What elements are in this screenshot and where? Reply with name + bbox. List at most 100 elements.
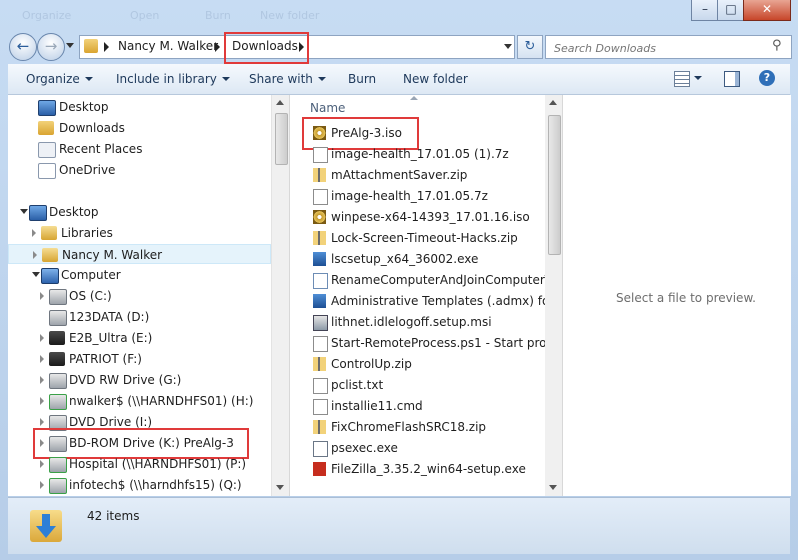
tree-item[interactable]: nwalker$ (\\HARNDHFS01) (H:)	[8, 391, 271, 411]
expand-arrow-icon[interactable]	[40, 418, 44, 426]
breadcrumb-user[interactable]: Nancy M. Walker	[118, 39, 218, 53]
scroll-down-icon[interactable]	[276, 485, 284, 490]
search-input[interactable]	[552, 38, 766, 58]
script-icon	[313, 273, 328, 289]
file-name: winpese-x64-14393_17.01.16.iso	[331, 210, 530, 224]
collapse-arrow-icon[interactable]	[20, 209, 28, 214]
file-row[interactable]: pclist.txt	[290, 375, 546, 395]
file-row[interactable]: installie11.cmd	[290, 396, 546, 416]
maximize-button[interactable]: □	[717, 0, 745, 21]
tree-item[interactable]: Computer	[8, 265, 271, 285]
file-row[interactable]: FixChromeFlashSRC18.zip	[290, 417, 546, 437]
recent-pages-dropdown-icon[interactable]	[66, 43, 74, 48]
help-icon[interactable]: ?	[759, 70, 775, 86]
favorite-label: Recent Places	[59, 142, 143, 156]
close-button[interactable]: ✕	[743, 0, 791, 21]
scrollbar-thumb[interactable]	[275, 113, 288, 165]
tree-item[interactable]: Desktop	[8, 202, 271, 222]
refresh-button[interactable]: ↻	[517, 35, 543, 59]
favorite-label: Downloads	[59, 121, 125, 135]
file-list: Name PreAlg-3.iso image-health_17.01.05 (…	[289, 95, 546, 496]
tree-item[interactable]: PATRIOT (F:)	[8, 349, 271, 369]
file-row[interactable]: image-health_17.01.05 (1).7z	[290, 144, 546, 164]
name-column-header[interactable]: Name	[310, 101, 345, 115]
column-header[interactable]: Name	[290, 95, 546, 119]
minimize-button[interactable]: –	[691, 0, 719, 21]
expand-arrow-icon[interactable]	[40, 292, 44, 300]
filezilla-icon	[313, 462, 326, 476]
favorite-item[interactable]: Desktop	[8, 97, 271, 117]
favorite-item[interactable]: Downloads	[8, 118, 271, 138]
file-name: ControlUp.zip	[331, 357, 412, 371]
search-box[interactable]: ⚲	[545, 35, 792, 59]
back-button[interactable]: ←	[9, 33, 37, 61]
collapse-arrow-icon[interactable]	[32, 272, 40, 277]
tree-item[interactable]: Hospital (\\HARNDHFS01) (P:)	[8, 454, 271, 474]
expand-arrow-icon[interactable]	[40, 334, 44, 342]
expand-arrow-icon[interactable]	[32, 229, 36, 237]
command-bar: Organize Include in library Share with B…	[8, 64, 790, 95]
preview-pane-icon[interactable]	[724, 71, 740, 87]
breadcrumb-separator-icon[interactable]	[104, 42, 109, 52]
expand-arrow-icon[interactable]	[40, 376, 44, 384]
file-row[interactable]: lscsetup_x64_36002.exe	[290, 249, 546, 269]
favorite-item[interactable]: OneDrive	[8, 160, 271, 180]
navigation-scrollbar[interactable]	[271, 95, 289, 496]
drive-icon	[49, 310, 67, 326]
expand-arrow-icon[interactable]	[33, 251, 37, 259]
file-row[interactable]: image-health_17.01.05.7z	[290, 186, 546, 206]
forward-button[interactable]: →	[37, 33, 65, 61]
address-history-dropdown-icon[interactable]	[504, 44, 512, 49]
file-icon	[313, 147, 328, 163]
downloads-icon	[38, 121, 54, 135]
file-row[interactable]: Start-RemoteProcess.ps1 - Start process	[290, 333, 546, 353]
expand-arrow-icon[interactable]	[40, 355, 44, 363]
view-options-chevron-icon[interactable]	[694, 76, 702, 80]
breadcrumb-separator-icon[interactable]	[215, 42, 220, 52]
expand-arrow-icon[interactable]	[40, 460, 44, 468]
organize-label: Organize	[26, 72, 80, 86]
new-folder-button[interactable]: New folder	[403, 72, 468, 86]
file-name: lithnet.idlelogoff.setup.msi	[331, 315, 492, 329]
share-with-button[interactable]: Share with	[249, 72, 326, 86]
file-row[interactable]: lithnet.idlelogoff.setup.msi	[290, 312, 546, 332]
tree-item[interactable]: OS (C:)	[8, 286, 271, 306]
search-icon[interactable]: ⚲	[772, 38, 782, 53]
installer-icon	[313, 252, 326, 266]
file-list-scrollbar[interactable]	[545, 95, 562, 496]
network-drive-icon	[49, 457, 67, 473]
file-row[interactable]: RenameComputerAndJoinComputerToD	[290, 270, 546, 290]
file-row[interactable]: psexec.exe	[290, 438, 546, 458]
expand-arrow-icon[interactable]	[40, 397, 44, 405]
burn-button[interactable]: Burn	[348, 72, 376, 86]
tree-item[interactable]: Nancy M. Walker	[8, 244, 271, 264]
file-row[interactable]: Lock-Screen-Timeout-Hacks.zip	[290, 228, 546, 248]
tree-item[interactable]: E2B_Ultra (E:)	[8, 328, 271, 348]
file-name: pclist.txt	[331, 378, 384, 392]
tree-item-label: PATRIOT (F:)	[69, 352, 142, 366]
organize-button[interactable]: Organize	[26, 72, 93, 86]
file-row[interactable]: mAttachmentSaver.zip	[290, 165, 546, 185]
favorite-label: OneDrive	[59, 163, 116, 177]
expand-arrow-icon[interactable]	[40, 481, 44, 489]
file-row[interactable]: FileZilla_3.35.2_win64-setup.exe	[290, 459, 546, 479]
scrollbar-thumb[interactable]	[548, 115, 561, 255]
scroll-up-icon[interactable]	[549, 100, 557, 105]
tree-item[interactable]: infotech$ (\\harndhfs15) (Q:)	[8, 475, 271, 495]
scroll-up-icon[interactable]	[276, 100, 284, 105]
tree-item[interactable]: Libraries	[8, 223, 271, 243]
scroll-down-icon[interactable]	[549, 485, 557, 490]
favorite-item[interactable]: Recent Places	[8, 139, 271, 159]
file-row[interactable]: Administrative Templates (.admx) for Wi	[290, 291, 546, 311]
change-view-icon[interactable]	[674, 71, 690, 87]
file-row[interactable]: winpese-x64-14393_17.01.16.iso	[290, 207, 546, 227]
zip-folder-icon	[313, 231, 326, 245]
tree-item-label: OS (C:)	[69, 289, 112, 303]
network-drive-icon	[49, 394, 67, 410]
file-row[interactable]: ControlUp.zip	[290, 354, 546, 374]
include-in-library-button[interactable]: Include in library	[116, 72, 230, 86]
tree-item[interactable]: DVD RW Drive (G:)	[8, 370, 271, 390]
drive-icon	[49, 289, 67, 305]
tree-item[interactable]: 123DATA (D:)	[8, 307, 271, 327]
usb-drive-icon	[49, 352, 65, 366]
